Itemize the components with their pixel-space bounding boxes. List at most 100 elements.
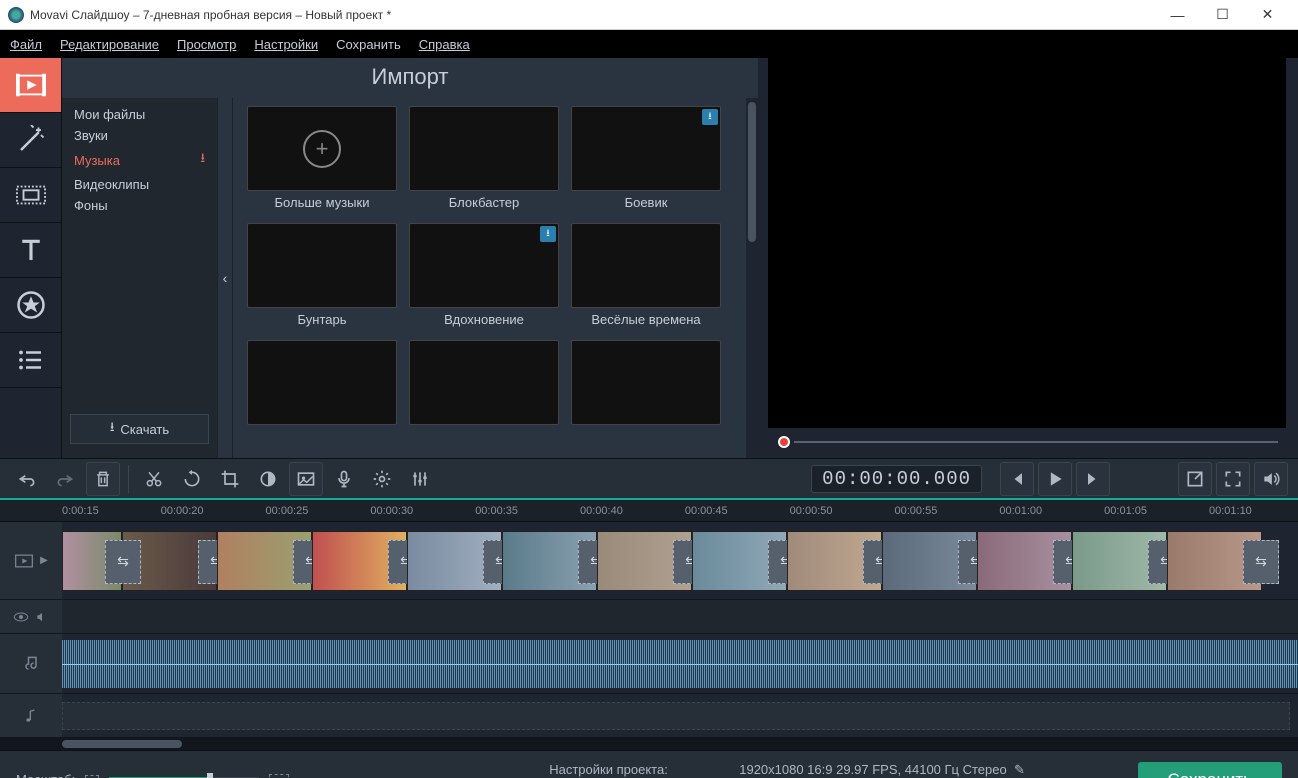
window-title: Movavi Слайдшоу – 7-дневная пробная верс… [30,8,1155,22]
nav-titles[interactable] [0,223,61,278]
zoom-in-icon[interactable] [269,774,289,778]
rotate-button[interactable] [175,462,209,496]
menu-edit[interactable]: Редактирование [60,37,159,52]
empty-audio-lane[interactable] [62,702,1290,730]
timecode-display[interactable]: 00:00:00.000 [811,465,982,493]
video-track-icon [14,553,34,569]
popout-button[interactable] [1178,462,1212,496]
cut-button[interactable] [137,462,171,496]
video-track[interactable]: ▶ ⇆⇆ ⇆ ⇆ ⇆ ⇆ ⇆ ⇆ ⇆ ⇆ ⇆ ⇆ ⇆ [0,522,1298,600]
fullscreen-button[interactable] [1216,462,1250,496]
menu-view[interactable]: Просмотр [177,37,236,52]
save-button[interactable]: Сохранить [1138,762,1282,778]
thumb-funtimes[interactable]: Весёлые времена [571,223,721,330]
thumb-row3-a[interactable] [247,340,397,447]
timeline-ruler[interactable]: 0:00:15 00:00:20 00:00:25 00:00:30 00:00… [0,500,1298,522]
music-note-icon [21,654,41,674]
menubar: Файл Редактирование Просмотр Настройки С… [0,30,1298,58]
thumb-more-music[interactable]: + Больше музыки [247,106,397,213]
nav-stickers[interactable] [0,278,61,333]
ruler-tick: 00:00:50 [790,505,833,517]
playhead-icon[interactable] [778,436,790,448]
text-icon [16,235,46,265]
thumb-action[interactable]: ⭳ Боевик [571,106,721,213]
plus-icon: + [303,130,341,168]
nav-filters[interactable] [0,113,61,168]
collapse-handle[interactable]: ‹ [217,98,233,458]
import-scrollbar[interactable] [746,98,758,458]
transition-marker[interactable]: ⇆ [105,540,141,584]
video-clips[interactable]: ⇆⇆ ⇆ ⇆ ⇆ ⇆ ⇆ ⇆ ⇆ ⇆ ⇆ ⇆ ⇆ [62,531,1298,591]
transition-marker[interactable]: ⇆ [1243,540,1279,584]
cat-music[interactable]: Музыка⭳ [62,146,217,174]
nav-more[interactable] [0,333,61,388]
equalizer-button[interactable] [403,462,437,496]
upper-panel: Импорт Мои файлы Звуки Музыка⭳ Видеоклип… [0,58,1298,458]
footer: Масштаб: Настройки проекта: 1920x1080 16… [0,750,1298,778]
menu-settings[interactable]: Настройки [254,37,318,52]
ruler-tick: 00:00:30 [370,505,413,517]
cat-sounds[interactable]: Звуки [62,125,217,146]
video-track-head[interactable]: ▶ [0,522,62,599]
audio-track-2[interactable] [0,694,1298,738]
nav-import[interactable] [0,58,61,113]
crop-button[interactable] [213,462,247,496]
color-adjust-button[interactable] [251,462,285,496]
menu-file[interactable]: Файл [10,37,42,52]
next-frame-button[interactable] [1076,462,1110,496]
undo-button[interactable] [10,462,44,496]
download-small-icon: ⭳ [200,149,205,171]
audio-track-2-head[interactable] [0,694,62,737]
audio-waveform[interactable] [62,640,1298,688]
cat-backgrounds[interactable]: Фоны [62,195,217,216]
seek-bar[interactable] [778,434,1278,450]
audio-track[interactable] [0,634,1298,694]
clip-properties-button[interactable] [289,462,323,496]
volume-button[interactable] [1254,462,1288,496]
project-settings-value: 1920x1080 16:9 29.97 FPS, 44100 Гц Стере… [739,762,1007,777]
ruler-tick: 00:00:45 [685,505,728,517]
project-info: Настройки проекта: 1920x1080 16:9 29.97 … [549,762,1025,778]
redo-button[interactable] [48,462,82,496]
ruler-tick: 00:01:00 [999,505,1042,517]
download-badge-icon: ⭳ [540,226,556,242]
zoom-control: Масштаб: [16,772,289,778]
timeline-hscroll[interactable] [0,738,1298,750]
record-audio-button[interactable] [327,462,361,496]
menu-save[interactable]: Сохранить [336,37,401,52]
thumb-row3-c[interactable] [571,340,721,447]
side-nav [0,58,62,458]
zoom-out-icon[interactable] [85,775,99,778]
settings-button[interactable] [365,462,399,496]
magic-wand-icon [16,125,46,155]
cat-my-files[interactable]: Мои файлы [62,104,217,125]
minimize-button[interactable]: ― [1155,1,1200,29]
maximize-button[interactable]: ☐ [1200,1,1245,29]
nav-transitions[interactable] [0,168,61,223]
ruler-tick: 00:00:55 [895,505,938,517]
zoom-label: Масштаб: [16,772,75,778]
transition-icon [16,180,46,210]
category-list: Мои файлы Звуки Музыка⭳ Видеоклипы Фоны … [62,98,217,458]
audio-track-head[interactable] [0,634,62,693]
thumb-blockbuster[interactable]: Блокбастер [409,106,559,213]
ruler-tick: 00:00:35 [475,505,518,517]
ruler-tick: 00:01:05 [1104,505,1147,517]
app-icon [8,7,24,23]
thumb-inspiration[interactable]: ⭳ Вдохновение [409,223,559,330]
prev-frame-button[interactable] [1000,462,1034,496]
close-button[interactable]: ✕ [1245,1,1290,29]
delete-button[interactable] [86,462,120,496]
link-track-head[interactable] [0,600,62,633]
thumb-rebel[interactable]: Бунтарь [247,223,397,330]
play-button[interactable] [1038,462,1072,496]
preview-video[interactable] [768,58,1286,428]
edit-settings-icon[interactable]: ✎ [1014,762,1025,777]
ruler-tick: 00:01:10 [1209,505,1252,517]
link-track[interactable] [0,600,1298,634]
cat-videoclips[interactable]: Видеоклипы [62,174,217,195]
thumb-row3-b[interactable] [409,340,559,447]
import-title: Импорт [62,64,758,90]
menu-help[interactable]: Справка [419,37,470,52]
download-button[interactable]: ⭳Скачать [70,414,209,444]
